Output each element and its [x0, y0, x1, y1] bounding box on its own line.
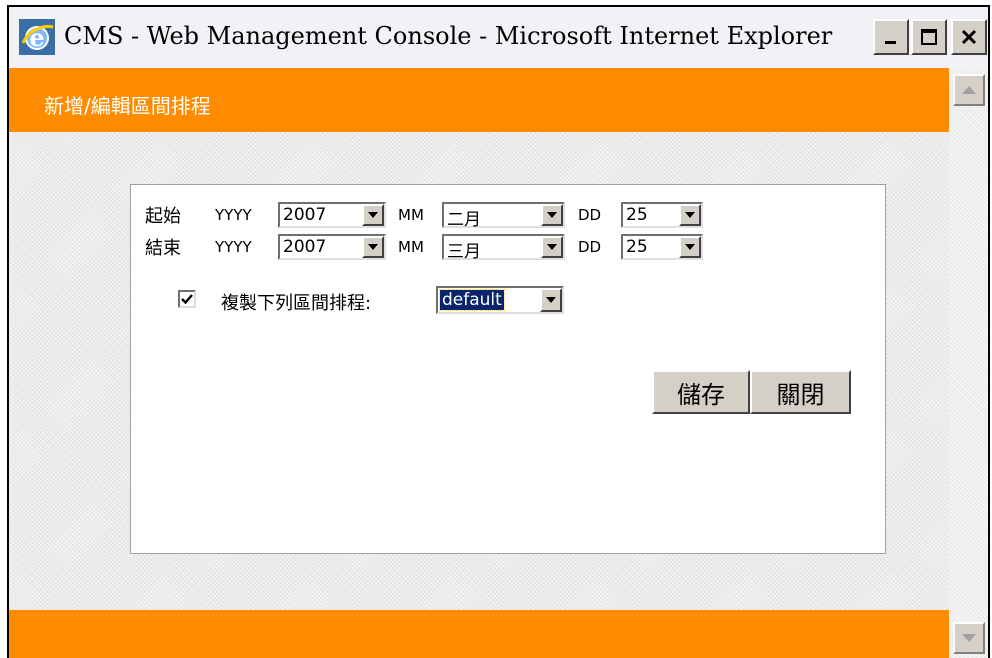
- end-day-select[interactable]: 25: [621, 234, 703, 260]
- page-title: 新增/編輯區間排程: [44, 94, 211, 118]
- chevron-down-icon: [540, 288, 562, 312]
- end-dd-label: DD: [578, 238, 602, 256]
- window-title: CMS - Web Management Console - Microsoft…: [64, 22, 833, 50]
- start-month-value: 二月: [447, 210, 481, 230]
- start-month-select[interactable]: 二月: [442, 202, 565, 230]
- close-icon: [961, 29, 977, 45]
- end-month-value: 三月: [447, 242, 481, 262]
- browser-window: e CMS - Web Management Console - Microso…: [7, 5, 990, 658]
- copy-schedule-select[interactable]: default: [436, 286, 564, 314]
- start-day-value: 25: [626, 205, 648, 225]
- copy-schedule-value: default: [439, 289, 505, 311]
- end-label: 結束: [145, 238, 181, 259]
- end-month-select[interactable]: 三月: [442, 234, 565, 262]
- footer-bar: [9, 610, 949, 658]
- start-label: 起始: [145, 206, 181, 227]
- page-content: 新增/編輯區間排程 起始 YYYY 2007 MM 二月 DD 25 結束 YY…: [9, 68, 949, 658]
- schedule-form-panel: 起始 YYYY 2007 MM 二月 DD 25 結束 YYYY 2007 MM…: [130, 184, 886, 554]
- chevron-down-icon: [679, 204, 701, 226]
- arrow-down-icon: [962, 634, 976, 642]
- end-mm-label: MM: [398, 238, 424, 256]
- maximize-button[interactable]: [911, 19, 947, 55]
- header-bar: 新增/編輯區間排程: [9, 68, 949, 132]
- end-year-value: 2007: [283, 237, 327, 257]
- end-yyyy-label: YYYY: [215, 238, 252, 256]
- close-window-button[interactable]: [951, 19, 987, 55]
- save-button[interactable]: 儲存: [652, 370, 750, 414]
- arrow-up-icon: [962, 86, 976, 94]
- chevron-down-icon: [362, 204, 384, 226]
- maximize-icon: [921, 29, 937, 45]
- start-year-value: 2007: [283, 205, 327, 225]
- start-yyyy-label: YYYY: [215, 206, 252, 224]
- title-bar[interactable]: e CMS - Web Management Console - Microso…: [9, 7, 988, 68]
- chevron-down-icon: [541, 236, 563, 258]
- start-day-select[interactable]: 25: [621, 202, 703, 228]
- start-dd-label: DD: [578, 206, 602, 224]
- checkmark-icon: [181, 294, 193, 305]
- minimize-icon: [885, 41, 896, 44]
- vertical-scrollbar[interactable]: [949, 68, 988, 658]
- copy-schedule-label: 複製下列區間排程:: [221, 293, 372, 314]
- chevron-down-icon: [362, 236, 384, 258]
- chevron-down-icon: [679, 236, 701, 258]
- close-button[interactable]: 關閉: [750, 370, 851, 414]
- scroll-down-button[interactable]: [953, 622, 985, 654]
- copy-schedule-checkbox[interactable]: [178, 290, 196, 308]
- end-day-value: 25: [626, 237, 648, 257]
- end-year-select[interactable]: 2007: [278, 234, 386, 260]
- scroll-up-button[interactable]: [953, 74, 985, 106]
- start-year-select[interactable]: 2007: [278, 202, 386, 228]
- minimize-button[interactable]: [873, 19, 909, 55]
- start-mm-label: MM: [398, 206, 424, 224]
- chevron-down-icon: [541, 204, 563, 226]
- internet-explorer-icon: e: [19, 19, 55, 55]
